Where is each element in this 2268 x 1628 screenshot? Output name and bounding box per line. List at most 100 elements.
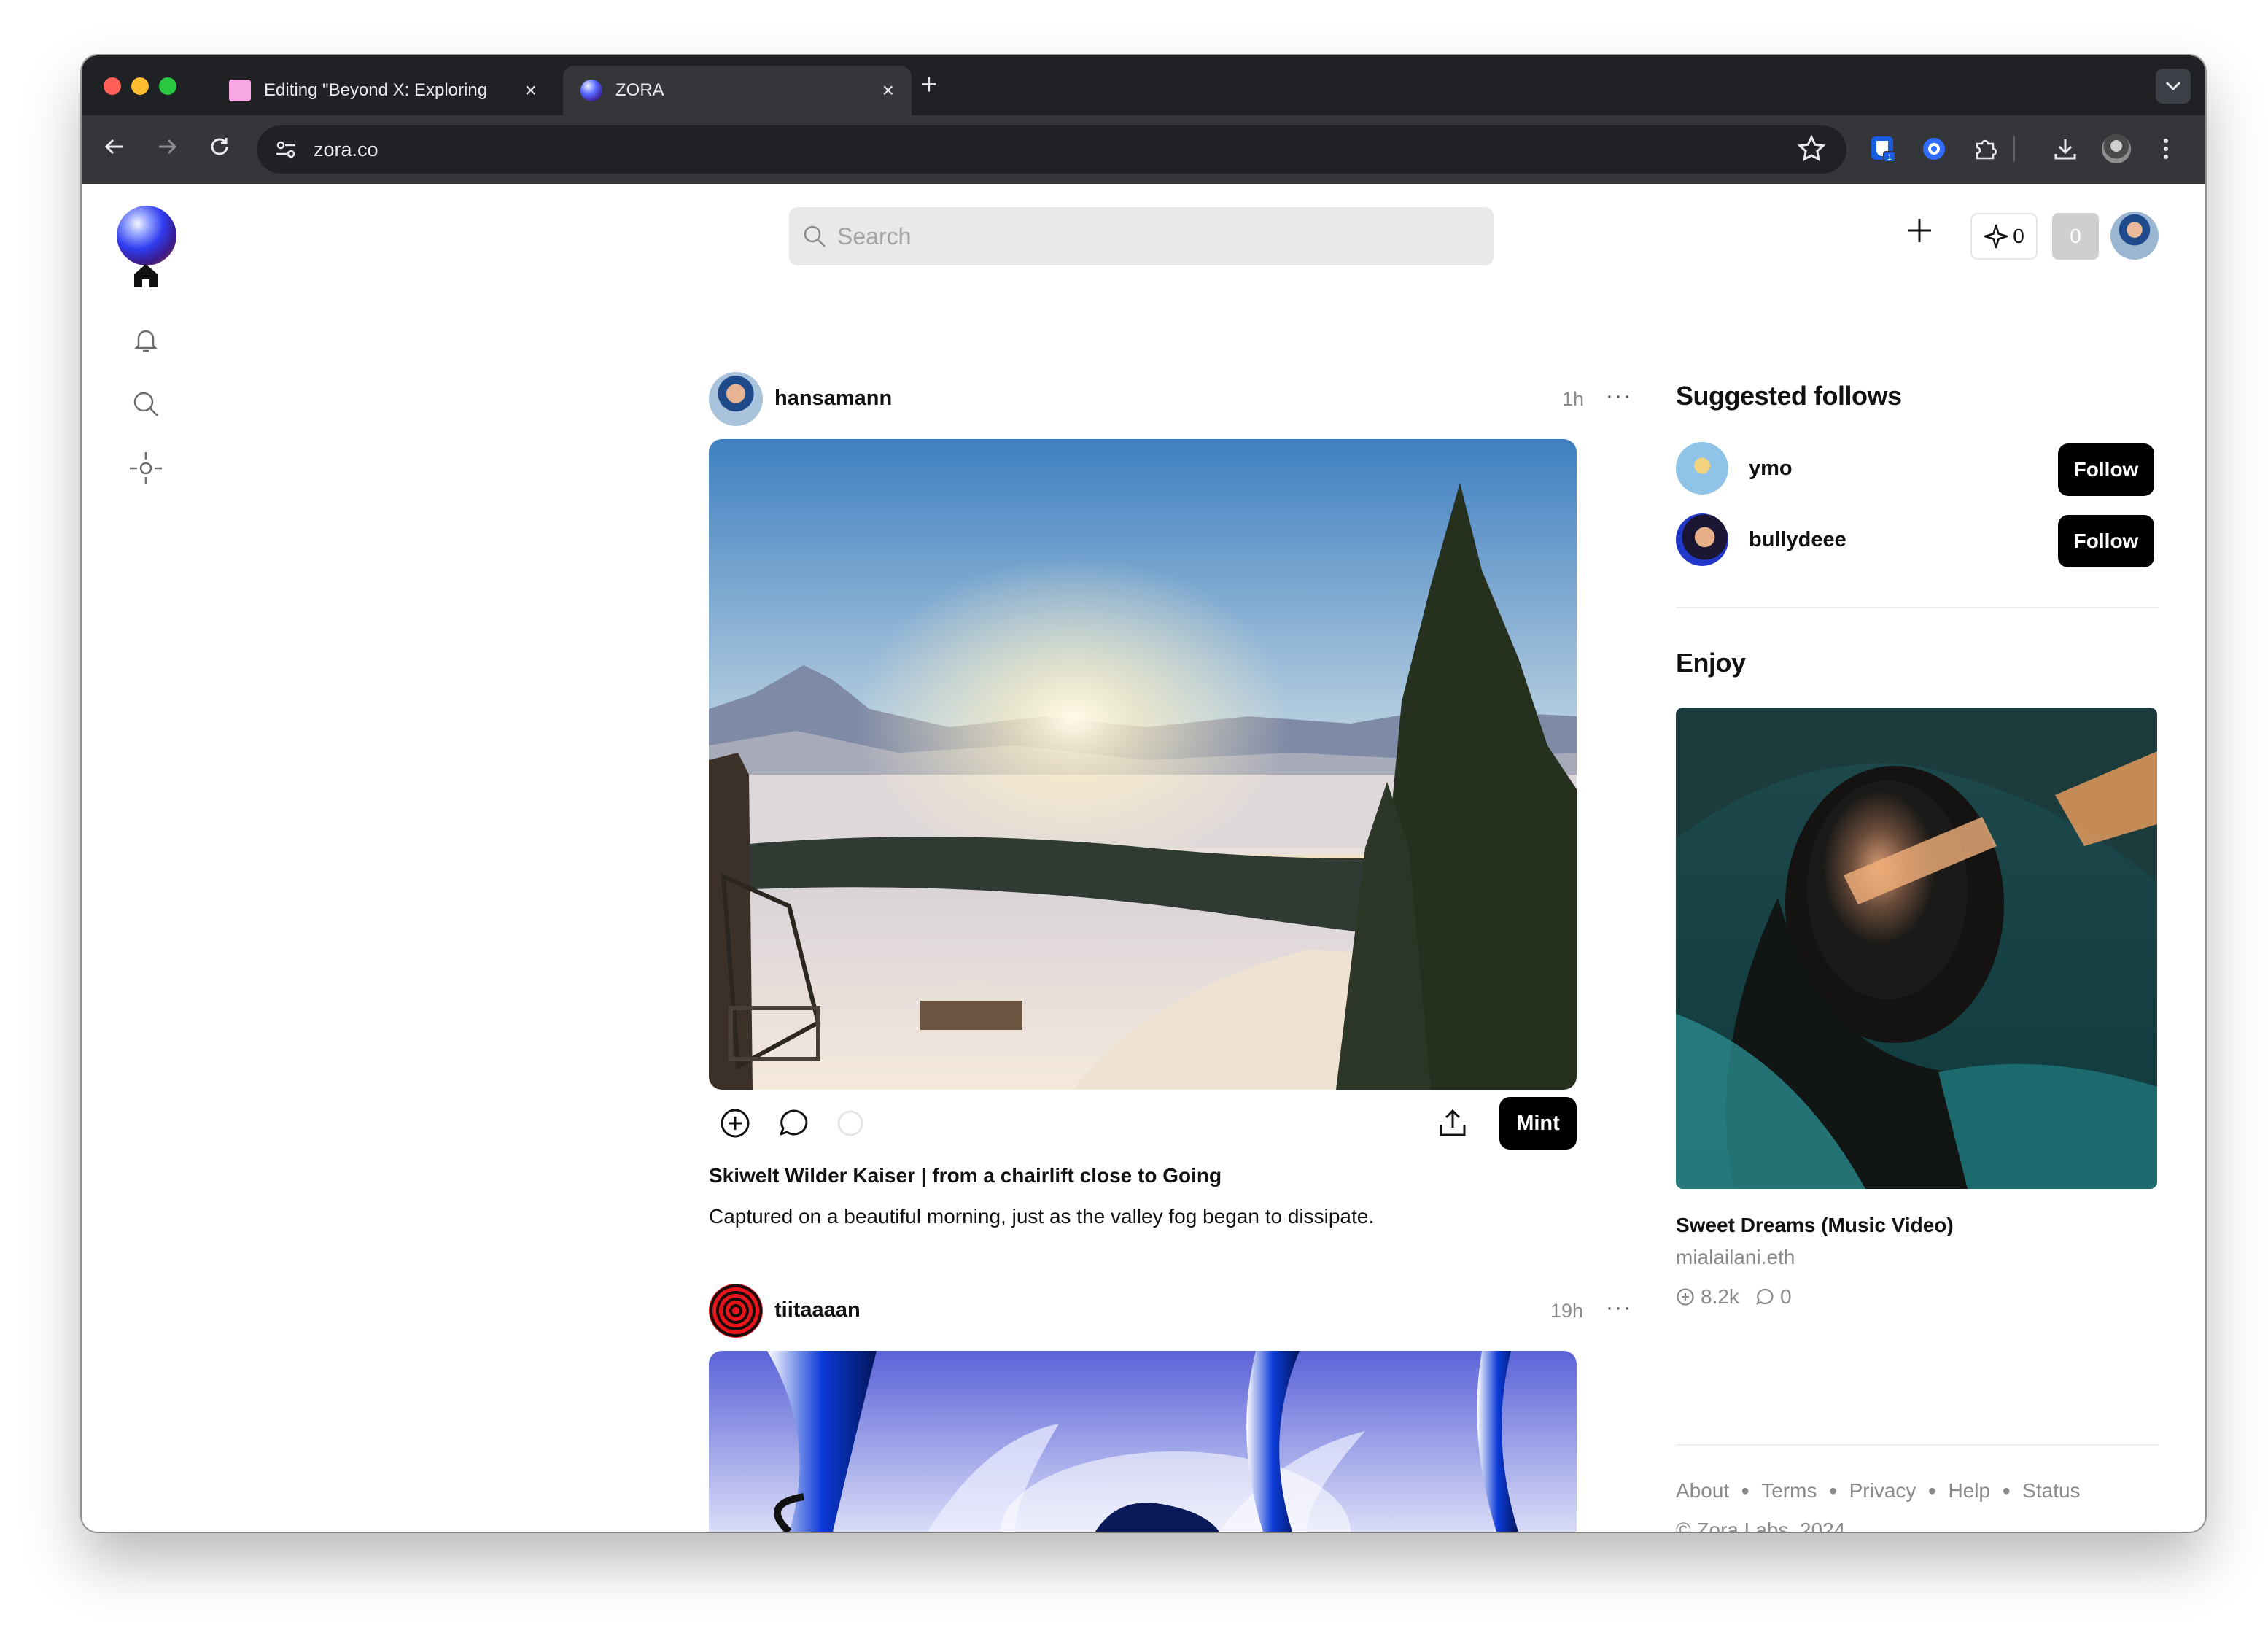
post-image[interactable] xyxy=(709,439,1577,1090)
footer-divider xyxy=(1676,1444,2159,1446)
bookmark-star-icon[interactable] xyxy=(1797,134,1826,168)
bell-icon xyxy=(133,330,158,352)
record-extension-icon[interactable] xyxy=(1916,131,1952,166)
tab-zora[interactable]: ZORA × xyxy=(563,66,912,115)
footer-link-status[interactable]: Status xyxy=(2022,1479,2080,1503)
browser-toolbar: zora.co 1 xyxy=(82,115,2205,184)
plus-icon xyxy=(1908,219,1931,242)
footer-link-terms[interactable]: Terms xyxy=(1761,1479,1817,1503)
footer-link-help[interactable]: Help xyxy=(1948,1479,1990,1503)
svg-text:1: 1 xyxy=(1887,153,1892,162)
home-icon xyxy=(134,264,158,287)
zoom-window-button[interactable] xyxy=(159,77,176,95)
enjoy-creator[interactable]: mialailani.eth xyxy=(1676,1246,1795,1269)
section-divider xyxy=(1676,607,2159,608)
post-time: 19h xyxy=(1550,1300,1584,1322)
comment-count-value: 0 xyxy=(1779,1285,1792,1308)
collect-button[interactable] xyxy=(709,1097,761,1150)
post-avatar[interactable] xyxy=(709,372,763,426)
tab-editing[interactable]: Editing "Beyond X: Exploring × xyxy=(211,66,554,115)
follow-button[interactable]: Follow xyxy=(2058,515,2154,567)
sparks-button[interactable]: 0 xyxy=(1970,213,2038,260)
plus-circle-icon xyxy=(1677,1288,1694,1306)
search-icon xyxy=(133,392,158,416)
tab-search-button[interactable] xyxy=(2156,69,2191,104)
suggested-name[interactable]: bullydeee xyxy=(1749,528,1846,552)
menu-icon[interactable] xyxy=(2148,131,2183,166)
user-avatar[interactable] xyxy=(2110,212,2159,260)
post-avatar[interactable] xyxy=(709,1284,763,1338)
comment-button[interactable] xyxy=(767,1097,820,1150)
separator-dot: ● xyxy=(1741,1482,1750,1499)
tab-title: Editing "Beyond X: Exploring xyxy=(264,80,488,100)
copyright: © Zora Labs, 2024 xyxy=(1676,1519,1846,1532)
loading-spinner xyxy=(824,1097,877,1150)
footer-link-about[interactable]: About xyxy=(1676,1479,1729,1503)
more-options-button[interactable]: ··· xyxy=(1606,384,1632,408)
forward-button[interactable] xyxy=(149,131,185,168)
sparks-count: 0 xyxy=(2013,225,2024,247)
browser-window: Editing "Beyond X: Exploring × ZORA × + … xyxy=(82,55,2205,1532)
tab-strip: Editing "Beyond X: Exploring × ZORA × + xyxy=(82,55,2205,115)
spinner-icon xyxy=(837,1110,863,1136)
footer-links: About ● Terms ● Privacy ● Help ● Status xyxy=(1676,1479,2081,1503)
suggested-follows-title: Suggested follows xyxy=(1676,381,1902,411)
comment-icon xyxy=(1756,1288,1774,1305)
tab-favicon-icon xyxy=(229,80,251,101)
balance-badge[interactable]: 0 xyxy=(2052,213,2099,260)
crosshair-icon xyxy=(130,452,162,484)
mint-count-value: 8.2k xyxy=(1701,1285,1739,1308)
profile-icon[interactable] xyxy=(2099,131,2134,166)
post-description: Captured on a beautiful morning, just as… xyxy=(709,1205,1375,1228)
nav-notifications[interactable] xyxy=(125,319,166,360)
search-icon xyxy=(804,225,826,247)
enjoy-stats: 8.2k 0 xyxy=(1676,1285,1808,1309)
follow-button[interactable]: Follow xyxy=(2058,443,2154,496)
separator-dot: ● xyxy=(1828,1482,1838,1499)
more-options-button[interactable]: ··· xyxy=(1606,1295,1632,1320)
separator-dot: ● xyxy=(2002,1482,2011,1499)
zora-page: Search 0 0 hansamann 1h ··· Mint Skiwelt… xyxy=(82,184,2205,1532)
post-title: Skiwelt Wilder Kaiser | from a chairlift… xyxy=(709,1164,1222,1187)
back-icon xyxy=(104,139,123,155)
mint-button[interactable]: Mint xyxy=(1499,1097,1577,1150)
address-bar[interactable]: zora.co xyxy=(257,125,1846,174)
extensions-icon[interactable] xyxy=(1968,131,2003,166)
bitwarden-extension-icon[interactable]: 1 xyxy=(1865,131,1900,166)
comment-count: 0 xyxy=(1755,1285,1792,1309)
new-tab-button[interactable]: + xyxy=(920,70,937,99)
forward-icon xyxy=(159,139,177,155)
nav-home[interactable] xyxy=(125,255,166,296)
close-window-button[interactable] xyxy=(104,77,121,95)
minimize-window-button[interactable] xyxy=(131,77,149,95)
comment-icon xyxy=(780,1109,808,1136)
reload-icon xyxy=(211,138,228,155)
nav-explore[interactable] xyxy=(125,448,166,489)
search-placeholder: Search xyxy=(837,222,912,249)
downloads-icon[interactable] xyxy=(2048,131,2083,166)
search-input[interactable]: Search xyxy=(789,207,1494,265)
suggested-name[interactable]: ymo xyxy=(1749,457,1793,481)
create-button[interactable] xyxy=(1905,216,1934,249)
tab-close-icon[interactable]: × xyxy=(525,79,537,102)
reload-button[interactable] xyxy=(201,131,238,168)
zora-favicon-icon xyxy=(580,80,602,101)
url-text: zora.co xyxy=(314,138,378,160)
post-image[interactable] xyxy=(709,1351,1577,1532)
tab-close-icon[interactable]: × xyxy=(882,79,894,102)
back-button[interactable] xyxy=(96,131,133,168)
enjoy-post-title[interactable]: Sweet Dreams (Music Video) xyxy=(1676,1214,1954,1237)
site-settings-icon[interactable] xyxy=(271,135,300,164)
footer-link-privacy[interactable]: Privacy xyxy=(1849,1479,1916,1503)
share-button[interactable] xyxy=(1426,1097,1479,1150)
suggested-avatar[interactable] xyxy=(1676,513,1728,566)
post-username[interactable]: tiitaaaan xyxy=(774,1298,861,1322)
post-time: 1h xyxy=(1562,388,1585,410)
nav-search[interactable] xyxy=(125,384,166,425)
plus-circle-icon xyxy=(721,1109,750,1138)
suggested-avatar[interactable] xyxy=(1676,442,1728,495)
sparkle-icon xyxy=(1984,224,2008,249)
enjoy-image[interactable] xyxy=(1676,708,2157,1189)
post-username[interactable]: hansamann xyxy=(774,387,892,411)
chevron-down-icon xyxy=(2165,81,2181,91)
